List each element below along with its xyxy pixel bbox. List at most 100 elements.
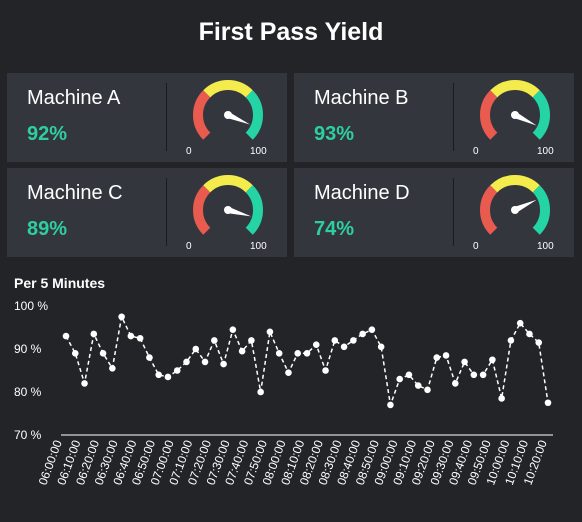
machine-yield-value: 92% (27, 123, 68, 145)
gauge-max-label: 100 (537, 146, 554, 157)
data-point (544, 399, 552, 407)
gauge-yellow-segment (490, 80, 540, 98)
data-point (155, 371, 162, 379)
data-point (479, 371, 487, 379)
gauge-red-segment (480, 185, 498, 235)
data-point (248, 337, 255, 344)
gauge-min-label: 0 (186, 146, 192, 157)
gauge-max-label: 100 (250, 241, 267, 252)
data-point (229, 326, 237, 333)
y-tick-label: 90 % (14, 342, 42, 356)
data-point (118, 313, 125, 321)
data-point (238, 347, 246, 355)
machine-name: Machine B (314, 87, 409, 109)
y-tick-label: 70 % (14, 428, 42, 442)
machine-yield-value: 93% (314, 123, 355, 145)
data-point (387, 401, 394, 409)
machine-card-a: Machine A 92% 0 100 (7, 73, 287, 162)
machine-name: Machine D (314, 182, 410, 204)
y-tick-label: 80 % (14, 385, 42, 399)
data-point (183, 358, 190, 366)
data-point (275, 350, 283, 357)
data-point (62, 332, 70, 340)
gauge-max-label: 100 (250, 146, 267, 157)
data-point (220, 360, 227, 368)
page-title: First Pass Yield (198, 18, 384, 46)
data-point (285, 369, 292, 376)
y-tick-label: 100 % (14, 299, 48, 313)
yield-line-chart: 100 %90 %80 %70 %06:00:0006:10:0006:20:0… (14, 299, 553, 487)
machine-name: Machine C (27, 182, 123, 204)
data-point (359, 330, 366, 338)
gauge-yellow-segment (203, 175, 253, 193)
data-point (146, 354, 153, 361)
gauge-min-label: 0 (473, 146, 479, 157)
data-point (136, 334, 144, 342)
gauge-needle-hub (511, 206, 519, 214)
card-divider (166, 178, 167, 246)
data-point (452, 380, 459, 387)
data-point (498, 395, 505, 402)
data-point (350, 337, 357, 344)
data-point (405, 371, 413, 379)
data-point (201, 358, 209, 366)
machine-yield-value: 89% (27, 218, 68, 240)
machine-yield-value: 74% (314, 218, 355, 240)
gauge-max-label: 100 (537, 241, 554, 252)
data-point (81, 380, 88, 387)
data-point (164, 373, 172, 381)
data-point (526, 330, 533, 338)
gauge-needle-hub (511, 111, 519, 119)
gauge-green-segment (532, 90, 550, 140)
data-point (470, 371, 478, 379)
data-point (90, 330, 98, 338)
gauge-needle-hub (224, 111, 232, 119)
machine-name: Machine A (27, 87, 121, 109)
data-point (322, 367, 329, 374)
gauge-red-segment (193, 90, 211, 140)
machine-card-c: Machine C 89% 0 100 (7, 168, 287, 257)
gauge-min-label: 0 (473, 241, 479, 252)
data-point (257, 388, 264, 396)
data-point (535, 339, 543, 346)
data-point (414, 382, 422, 389)
data-point (489, 356, 496, 364)
data-point (396, 375, 403, 383)
data-point (368, 326, 376, 333)
data-point (173, 367, 181, 374)
card-divider (166, 83, 167, 151)
gauge-yellow-segment (203, 80, 253, 98)
data-point (377, 343, 385, 351)
data-point (294, 350, 302, 357)
data-point (340, 343, 348, 351)
gauge-green-segment (245, 90, 263, 140)
data-point (312, 341, 320, 348)
data-point (331, 337, 339, 344)
data-point (211, 337, 218, 344)
data-point (433, 354, 441, 361)
data-point (461, 358, 468, 366)
card-divider (453, 178, 454, 246)
series-line (65, 314, 549, 406)
gauge-needle-hub (224, 206, 232, 214)
gauge-min-label: 0 (186, 241, 192, 252)
data-point (442, 352, 450, 359)
data-point (266, 328, 274, 336)
gauge-red-segment (193, 185, 211, 235)
data-point (71, 350, 79, 357)
data-point (192, 345, 200, 353)
card-divider (453, 83, 454, 151)
data-point (516, 319, 524, 327)
data-point (127, 332, 135, 340)
gauge-yellow-segment (490, 175, 540, 193)
gauge-green-segment (245, 185, 263, 235)
chart-title: Per 5 Minutes (14, 275, 106, 291)
data-point (424, 386, 431, 394)
machine-card-b: Machine B 93% 0 100 (294, 73, 574, 162)
data-point (109, 365, 116, 372)
data-point (303, 350, 311, 357)
machine-card-d: Machine D 74% 0 100 (294, 168, 574, 257)
gauge-red-segment (480, 90, 498, 140)
data-point (99, 350, 107, 357)
data-point (507, 337, 515, 344)
